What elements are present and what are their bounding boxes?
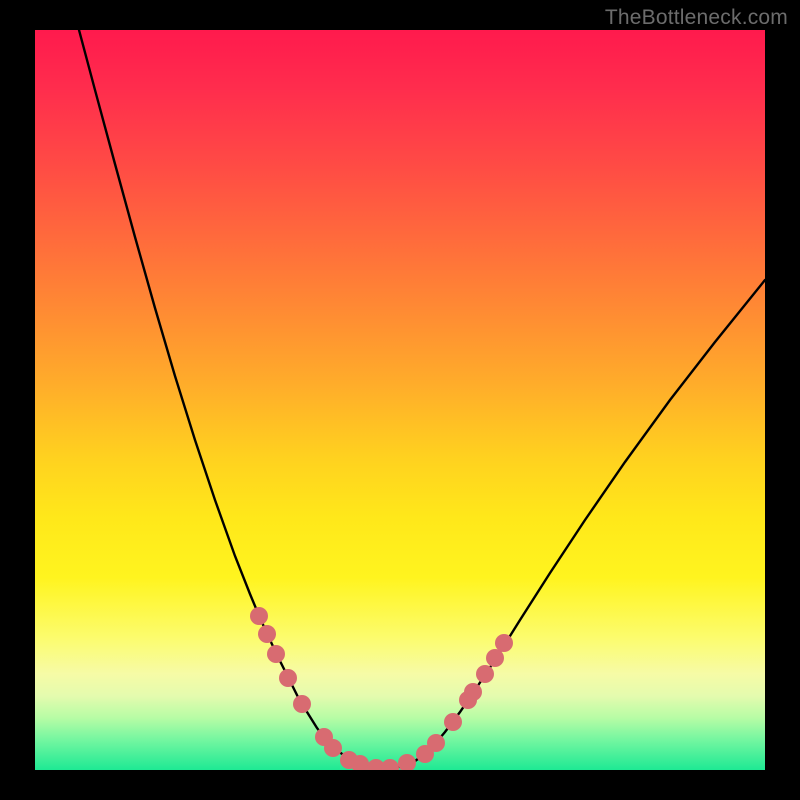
watermark-text: TheBottleneck.com [605,6,788,30]
data-point [486,649,504,667]
bottleneck-curve [79,30,765,769]
data-point [464,683,482,701]
data-point [444,713,462,731]
data-point [279,669,297,687]
curve-layer [35,30,765,770]
data-point [324,739,342,757]
data-point [258,625,276,643]
data-point [381,759,399,770]
data-point [293,695,311,713]
plot-area [35,30,765,770]
data-point [427,734,445,752]
data-point [267,645,285,663]
data-point [495,634,513,652]
data-point [476,665,494,683]
data-point [398,754,416,770]
chart-frame: TheBottleneck.com [0,0,800,800]
data-point [250,607,268,625]
